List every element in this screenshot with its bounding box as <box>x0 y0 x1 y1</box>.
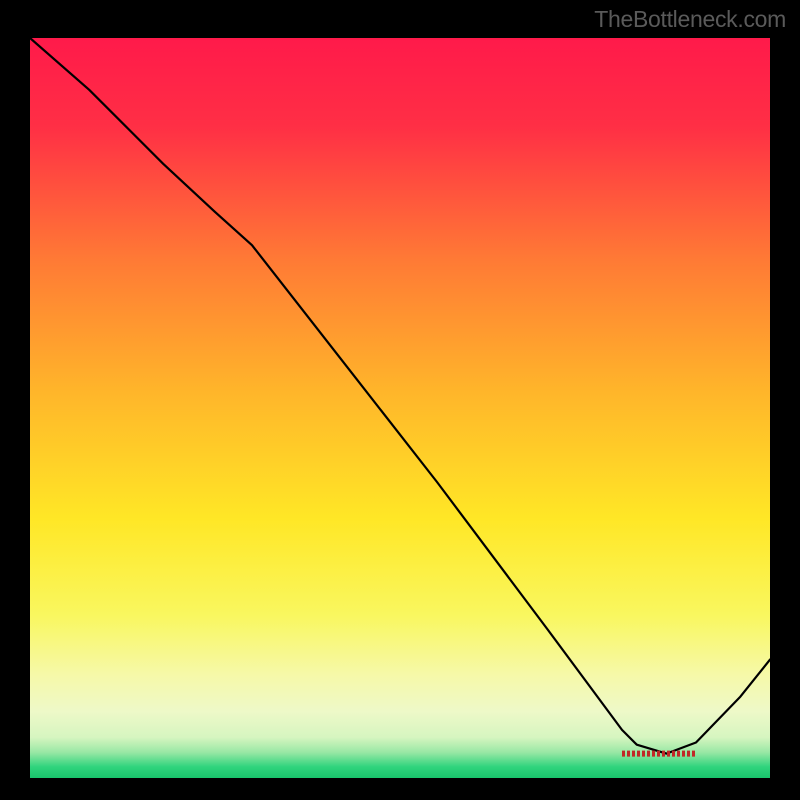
watermark-text: TheBottleneck.com <box>594 6 786 33</box>
plot-area <box>30 38 770 778</box>
chart-svg <box>30 38 770 778</box>
chart-container: TheBottleneck.com <box>0 0 800 800</box>
chart-background <box>30 38 770 778</box>
